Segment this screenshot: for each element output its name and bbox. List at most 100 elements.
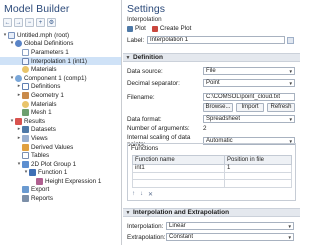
tree-item[interactable]: Materials — [0, 65, 121, 74]
chevron-down-icon: ▼ — [287, 235, 292, 240]
data-format-select[interactable]: Spreadsheet ▼ — [203, 115, 295, 123]
function-name-cell[interactable]: int1 — [132, 164, 225, 173]
interpolation-value: Linear — [169, 223, 186, 229]
model-tree: ▾ Untitled.mph (root) ▾ Global Definitions P… — [0, 31, 121, 203]
tree-item[interactable]: Height Expression 1 — [0, 177, 121, 186]
interpolation-icon — [22, 57, 29, 65]
settings-icon[interactable]: ⚙ — [47, 18, 56, 27]
empty-cell[interactable] — [132, 179, 225, 188]
parameters-icon — [22, 48, 29, 56]
tree-item[interactable]: ▸ Views — [0, 134, 121, 143]
tree-item-label: Views — [31, 134, 48, 142]
tree-item[interactable]: Interpolation 1 (int1) — [0, 56, 121, 66]
tree-item[interactable]: ▸ Geometry 1 — [0, 91, 121, 100]
plot-button[interactable]: Plot — [127, 25, 146, 32]
create-plot-icon — [151, 25, 158, 32]
empty-cell[interactable] — [224, 179, 292, 188]
tree-item[interactable]: ▾ 2D Plot Group 1 — [0, 160, 121, 169]
extrapolation-row: Extrapolation: Constant ▼ — [127, 233, 294, 241]
move-down-icon[interactable]: ↓ — [140, 191, 143, 198]
interpolation-row: Interpolation: Linear ▼ — [127, 222, 294, 230]
num-args-key: Number of arguments: — [127, 125, 190, 132]
empty-cell[interactable] — [224, 171, 292, 180]
interp-section-title: Interpolation and Extrapolation — [133, 209, 230, 216]
tree-item[interactable]: ▾ Untitled.mph (root) — [0, 31, 121, 40]
tree-item-label: Results — [24, 117, 45, 125]
data-format-row: Data format: Spreadsheet ▼ — [127, 115, 295, 123]
data-source-select[interactable]: File ▼ — [203, 67, 295, 75]
export-icon — [22, 186, 29, 194]
table-header-position[interactable]: Position in file — [224, 155, 292, 165]
data-format-key: Data format: — [127, 115, 162, 123]
tree-item[interactable]: Mesh 1 — [0, 108, 121, 117]
create-plot-button-label: Create Plot — [159, 25, 192, 32]
move-up-icon[interactable]: ↑ — [132, 191, 135, 198]
extrapolation-select[interactable]: Constant ▼ — [166, 233, 294, 241]
tree-item[interactable]: ▾ Component 1 (comp1) — [0, 74, 121, 83]
views-icon — [22, 134, 29, 142]
mesh-icon — [22, 109, 29, 117]
tree-item-label: Tables — [31, 152, 50, 160]
tree-item-label: Derived Values — [31, 143, 74, 151]
interpolation-key: Interpolation: — [127, 222, 164, 230]
definition-section-header[interactable]: ▼ Definition — [123, 53, 300, 62]
tree-item[interactable]: Parameters 1 — [0, 48, 121, 57]
tree-item[interactable]: ▾ Results — [0, 117, 121, 126]
function-icon — [29, 169, 36, 177]
edit-label-icon[interactable] — [287, 36, 294, 44]
tree-item[interactable]: Export — [0, 186, 121, 195]
definitions-icon — [22, 83, 29, 91]
filename-row: Filename: C:\COMSOL\point_cloud.txt — [127, 93, 295, 101]
table-row[interactable] — [132, 179, 292, 188]
tree-item[interactable]: Reports — [0, 194, 121, 203]
filename-field[interactable]: C:\COMSOL\point_cloud.txt — [203, 93, 295, 101]
expand-icon[interactable]: + — [36, 18, 45, 27]
settings-title: Settings — [127, 3, 165, 15]
tree-item-label: Mesh 1 — [31, 109, 52, 117]
num-args-row: Number of arguments: 2 — [127, 125, 207, 132]
tree-item-label: Parameters 1 — [31, 48, 69, 56]
component-icon — [15, 74, 22, 82]
import-button[interactable]: Import — [236, 103, 264, 112]
delete-icon[interactable]: ✕ — [148, 191, 153, 198]
interp-section-header[interactable]: ▼ Interpolation and Extrapolation — [123, 208, 300, 217]
tree-item[interactable]: ▾ Global Definitions — [0, 40, 121, 49]
label-row: Label: Interpolation 1 — [127, 36, 294, 44]
refresh-button[interactable]: Refresh — [267, 103, 295, 112]
chevron-down-icon: ▼ — [288, 117, 293, 122]
tree-item[interactable]: Materials — [0, 100, 121, 109]
data-source-key: Data source: — [127, 67, 163, 75]
browse-button[interactable]: Browse... — [203, 103, 233, 112]
table-header-function-name[interactable]: Function name — [132, 155, 225, 165]
file-buttons: Browse... Import Refresh — [203, 103, 295, 112]
tree-item-label: Global Definitions — [24, 40, 74, 48]
model-builder-toolbar: ← → − + ⚙ — [3, 18, 56, 27]
position-cell[interactable]: 1 — [224, 164, 292, 173]
back-arrow-icon[interactable]: ← — [3, 18, 12, 27]
forward-arrow-icon[interactable]: → — [14, 18, 23, 27]
decimal-separator-select[interactable]: Point ▼ — [203, 79, 295, 87]
collapse-icon[interactable]: − — [25, 18, 34, 27]
tree-item[interactable]: ▾ Function 1 — [0, 169, 121, 178]
globe-icon — [15, 40, 22, 48]
tree-item[interactable]: ▸ Definitions — [0, 83, 121, 92]
create-plot-button[interactable]: Create Plot — [151, 25, 192, 32]
data-source-row: Data source: File ▼ — [127, 67, 295, 75]
settings-subtitle: Interpolation — [127, 16, 162, 23]
num-args-value[interactable]: 2 — [203, 125, 207, 132]
interpolation-select[interactable]: Linear ▼ — [166, 222, 294, 230]
tables-icon — [22, 152, 29, 160]
model-builder-title: Model Builder — [4, 3, 70, 15]
tree-item[interactable]: Derived Values — [0, 143, 121, 152]
label-field[interactable]: Interpolation 1 — [147, 36, 285, 44]
tree-item-label: Geometry 1 — [31, 91, 64, 99]
tree-item[interactable]: Tables — [0, 151, 121, 160]
table-row[interactable]: int1 1 — [132, 164, 292, 173]
tree-item[interactable]: ▸ Datasets — [0, 126, 121, 135]
section-collapse-icon: ▼ — [125, 54, 131, 61]
functions-group: Functions Function name Position in file… — [127, 143, 296, 201]
empty-cell[interactable] — [132, 171, 225, 180]
tree-item-label: Interpolation 1 (int1) — [31, 57, 88, 65]
tree-item-label: 2D Plot Group 1 — [31, 160, 77, 168]
table-row[interactable] — [132, 171, 292, 180]
